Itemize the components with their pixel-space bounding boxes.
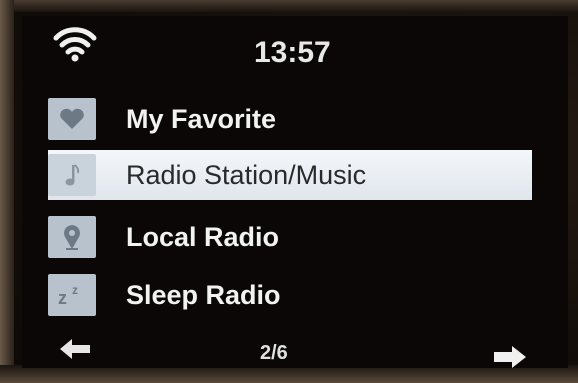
menu-item-label: Radio Station/Music	[126, 160, 367, 190]
arrow-right-icon[interactable]	[492, 344, 528, 370]
menu-item-label: Sleep Radio	[126, 280, 281, 310]
radio-screen: 13:57 My Favorite Radio Station/Music Lo…	[22, 16, 568, 368]
heart-icon	[48, 98, 96, 140]
sleep-zzz-icon: z z	[48, 274, 96, 316]
menu-item-sleep-radio[interactable]: z z Sleep Radio	[48, 270, 528, 320]
svg-text:z: z	[72, 283, 78, 297]
svg-text:z: z	[58, 288, 67, 308]
clock-time: 13:57	[254, 36, 331, 69]
menu-item-my-favorite[interactable]: My Favorite	[48, 94, 528, 144]
menu-item-radio-station-music[interactable]: Radio Station/Music	[48, 150, 532, 200]
device-bezel-left	[0, 0, 14, 383]
device-bezel-top	[0, 0, 578, 12]
arrow-left-icon[interactable]	[58, 336, 92, 362]
music-note-icon	[48, 154, 96, 196]
wifi-icon	[53, 27, 97, 62]
page-indicator: 2/6	[260, 342, 288, 364]
location-pin-icon	[48, 216, 96, 258]
menu-item-local-radio[interactable]: Local Radio	[48, 212, 528, 262]
menu-item-label: My Favorite	[126, 104, 277, 134]
menu-item-label: Local Radio	[126, 222, 280, 252]
